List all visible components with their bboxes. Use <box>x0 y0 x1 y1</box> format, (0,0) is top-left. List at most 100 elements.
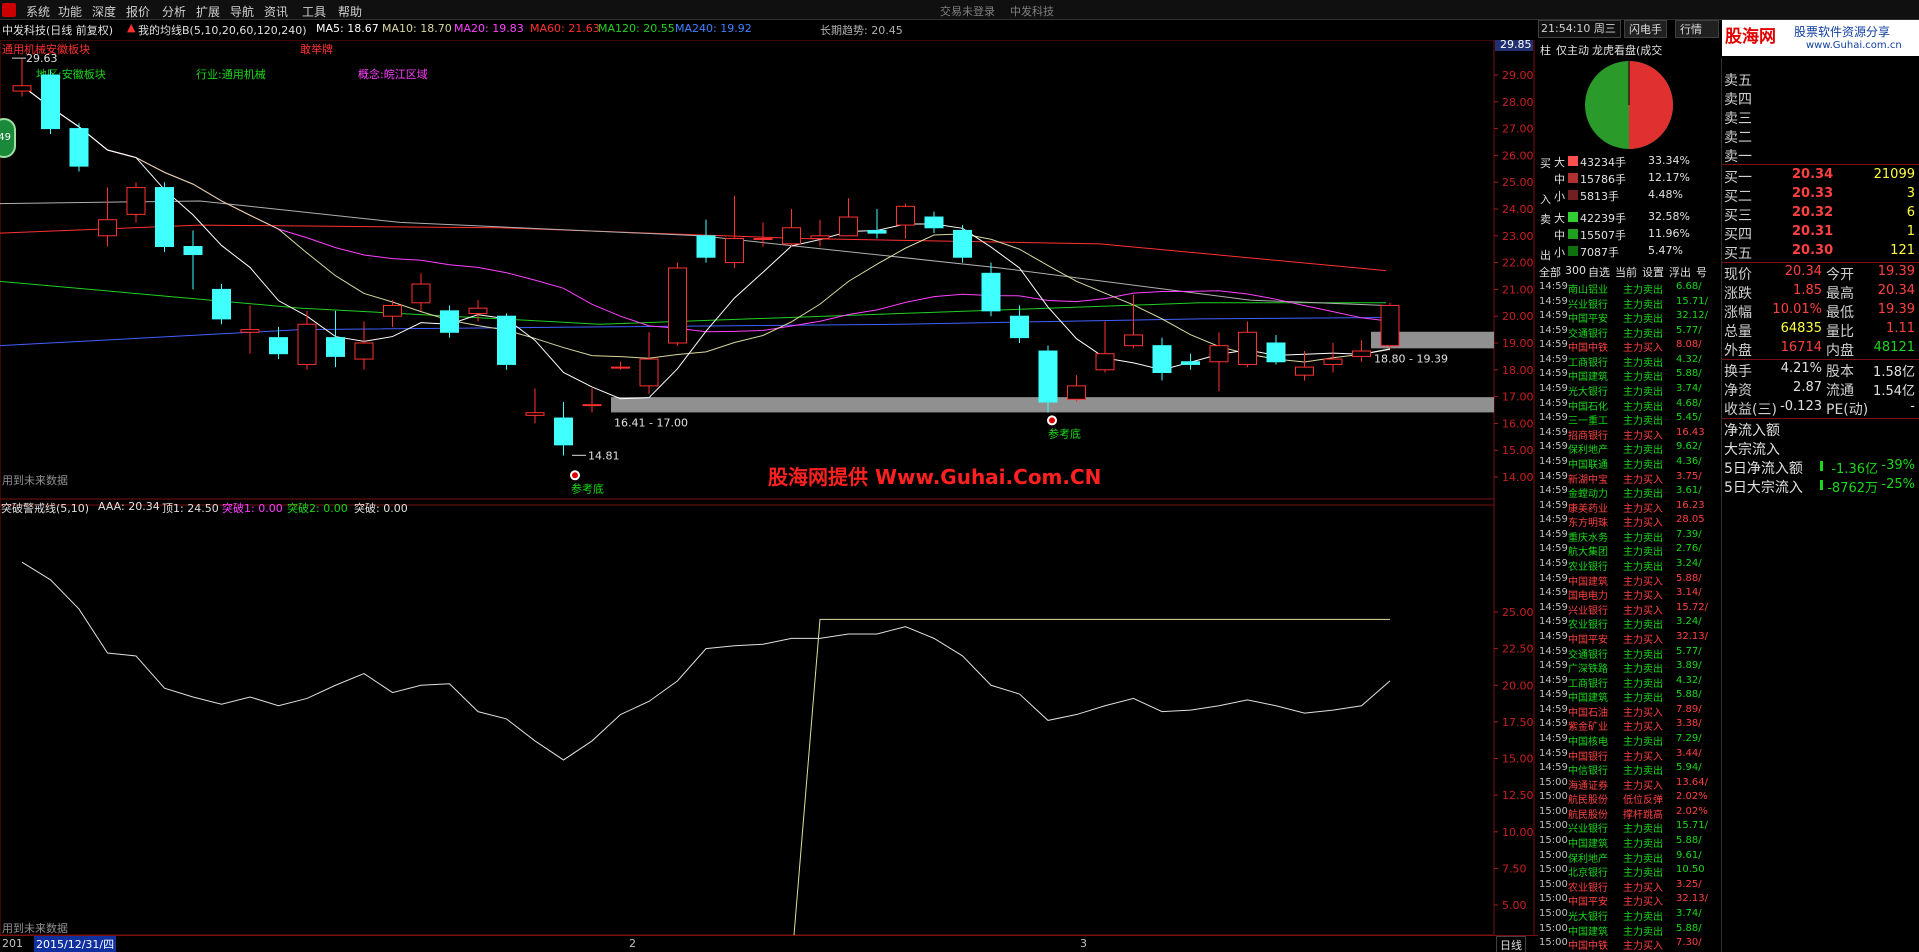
filter-all[interactable]: 全部 <box>1539 264 1561 280</box>
sub-axis-label: 7.50 <box>1502 862 1527 875</box>
menu-extend[interactable]: 扩展 <box>196 3 220 20</box>
buy-flow-row: 大 43234手 33.34% <box>1552 153 1720 169</box>
deal-stock: 光大银行 <box>1568 911 1608 921</box>
filter-float[interactable]: 浮出 <box>1669 264 1691 280</box>
deal-value: 7.39/ <box>1676 528 1702 540</box>
deal-row[interactable]: 14:59 保利地产 主力卖出 9.62/ <box>1538 441 1719 454</box>
stat2-label: 收益(三) <box>1724 402 1777 418</box>
deal-row[interactable]: 14:59 中国建筑 主力卖出 5.88/ <box>1538 689 1719 702</box>
deal-row[interactable]: 15:00 北京银行 主力卖出 10.50 <box>1538 864 1719 877</box>
deal-row[interactable]: 14:59 中国联通 主力卖出 4.36/ <box>1538 456 1719 469</box>
filter-settings[interactable]: 设置 <box>1642 264 1664 280</box>
tab-flash-trade[interactable]: 闪电手 <box>1624 20 1667 38</box>
deal-row[interactable]: 14:59 农业银行 主力卖出 3.24/ <box>1538 558 1719 571</box>
sub-indicator-title[interactable]: 突破警戒线(5,10) <box>1 500 89 516</box>
deal-row[interactable]: 14:59 中国核电 主力卖出 7.29/ <box>1538 733 1719 746</box>
deal-row[interactable]: 14:59 光大银行 主力卖出 3.74/ <box>1538 383 1719 396</box>
deal-row[interactable]: 15:00 中国建筑 主力卖出 5.88/ <box>1538 835 1719 848</box>
deal-row[interactable]: 15:00 中国平安 主力买入 32.13/ <box>1538 893 1719 906</box>
filter-more[interactable]: 号 <box>1696 264 1707 280</box>
deal-row[interactable]: 15:00 农业银行 主力买入 3.25/ <box>1538 879 1719 892</box>
deal-row[interactable]: 14:59 交通银行 主力卖出 5.77/ <box>1538 646 1719 659</box>
deal-row[interactable]: 14:59 工商银行 主力卖出 4.32/ <box>1538 354 1719 367</box>
deal-row[interactable]: 14:59 广深铁路 主力卖出 3.89/ <box>1538 660 1719 673</box>
stat2-value: -0.123 <box>1780 399 1822 414</box>
score-badge[interactable]: 49 <box>0 118 16 158</box>
deal-row[interactable]: 14:59 三一重工 主力卖出 5.45/ <box>1538 412 1719 425</box>
menu-function[interactable]: 功能 <box>58 3 82 20</box>
flow-label: 大宗流入 <box>1724 442 1780 458</box>
deal-value: 3.14/ <box>1676 587 1702 599</box>
period-button[interactable]: 日线 <box>1496 936 1526 952</box>
deal-value: 6.68/ <box>1676 281 1702 292</box>
filter-watchlist[interactable]: 自选 <box>1588 264 1610 280</box>
deal-row[interactable]: 15:00 海通证券 主力买入 13.64/ <box>1538 777 1719 790</box>
deal-row[interactable]: 14:59 招商银行 主力买入 16.43 <box>1538 427 1719 440</box>
brand-subtitle: 股票软件资源分享 <box>1794 25 1891 39</box>
sell-side-label-2: 出 <box>1540 249 1551 262</box>
deal-row[interactable]: 14:59 中国平安 主力卖出 32.12/ <box>1538 310 1719 323</box>
side-tab-active[interactable]: 仅主动 <box>1556 42 1589 58</box>
deal-action: 主力卖出 <box>1623 620 1663 630</box>
deal-row[interactable]: 14:59 兴业银行 主力卖出 15.71/ <box>1538 296 1719 309</box>
deal-row[interactable]: 14:59 紫金矿业 主力买入 3.38/ <box>1538 718 1719 731</box>
deal-row[interactable]: 14:59 中国建筑 主力买入 5.88/ <box>1538 573 1719 586</box>
stat-value: 64835 <box>1780 321 1822 336</box>
deal-row[interactable]: 14:59 南山铝业 主力卖出 6.68/ <box>1538 281 1719 294</box>
deal-row[interactable]: 14:59 航大集团 主力卖出 2.76/ <box>1538 543 1719 556</box>
deal-row[interactable]: 15:00 航民股份 低位反弹 2.02% <box>1538 791 1719 804</box>
deal-row[interactable]: 14:59 中国中铁 主力买入 8.08/ <box>1538 339 1719 352</box>
menu-tools[interactable]: 工具 <box>302 3 326 20</box>
flow-volume: 15507手 <box>1580 229 1626 242</box>
deal-action: 主力买入 <box>1623 897 1663 907</box>
side-tab-bar[interactable]: 柱 <box>1540 42 1551 58</box>
deal-stock: 农业银行 <box>1568 562 1608 572</box>
deal-row[interactable]: 14:59 国电电力 主力买入 3.14/ <box>1538 587 1719 600</box>
date-cursor: 2015/12/31/四 <box>34 936 117 952</box>
kline-chart[interactable]: 29.0028.0027.0026.0025.0024.0023.0022.00… <box>0 40 1538 952</box>
candle-up <box>839 216 858 237</box>
deal-row[interactable]: 14:59 新湖中宝 主力买入 3.75/ <box>1538 471 1719 484</box>
deal-row[interactable]: 14:59 中国石化 主力卖出 4.68/ <box>1538 398 1719 411</box>
deal-list[interactable]: 14:59 南山铝业 主力卖出 6.68/14:59 兴业银行 主力卖出 15.71/14:… <box>1538 281 1719 952</box>
ma60-line <box>0 224 1387 272</box>
indicator-name[interactable]: 我的均线B(5,10,20,60,120,240) <box>138 22 307 38</box>
side-tab-dragon[interactable]: 龙虎看盘(成交 <box>1592 42 1720 58</box>
menu-system[interactable]: 系统 <box>26 3 50 20</box>
menu-news[interactable]: 资讯 <box>264 3 288 20</box>
deal-time: 14:59 <box>1539 339 1568 351</box>
stat-label: 最高 <box>1826 286 1854 302</box>
deal-row[interactable]: 14:59 中国石油 主力买入 7.89/ <box>1538 704 1719 717</box>
deal-row[interactable]: 14:59 中国银行 主力买入 3.44/ <box>1538 748 1719 761</box>
deal-row[interactable]: 14:59 农业银行 主力卖出 3.24/ <box>1538 616 1719 629</box>
deal-row[interactable]: 14:59 工商银行 主力卖出 4.32/ <box>1538 675 1719 688</box>
filter-300[interactable]: 300 <box>1565 264 1586 277</box>
deal-row[interactable]: 14:59 康美药业 主力买入 16.23 <box>1538 500 1719 513</box>
deal-row[interactable]: 14:59 交通银行 主力卖出 5.77/ <box>1538 325 1719 338</box>
deal-time: 15:00 <box>1539 835 1568 847</box>
candle-down <box>440 310 459 333</box>
sub-axis-label: 22.50 <box>1502 643 1534 656</box>
menu-help[interactable]: 帮助 <box>338 3 362 20</box>
deal-row[interactable]: 14:59 东方明珠 主力买入 28.05 <box>1538 514 1719 527</box>
tab-quote[interactable]: 行情 <box>1675 20 1719 38</box>
filter-current[interactable]: 当前 <box>1615 264 1637 280</box>
flow-volume: 43234手 <box>1580 156 1626 169</box>
menu-quote[interactable]: 报价 <box>126 3 150 20</box>
deal-row[interactable]: 15:00 中国中铁 主力买入 7.30/ <box>1538 937 1719 950</box>
menu-depth[interactable]: 深度 <box>92 3 116 20</box>
deal-row[interactable]: 15:00 航民股份 撑杆跳高 2.02% <box>1538 806 1719 819</box>
deal-row[interactable]: 15:00 兴业银行 主力卖出 15.71/ <box>1538 820 1719 833</box>
deal-row[interactable]: 15:00 中国建筑 主力卖出 5.88/ <box>1538 923 1719 936</box>
deal-row[interactable]: 15:00 光大银行 主力卖出 3.74/ <box>1538 908 1719 921</box>
menu-analysis[interactable]: 分析 <box>162 3 186 20</box>
login-status[interactable]: 交易未登录 <box>940 3 995 19</box>
deal-row[interactable]: 14:59 中国建筑 主力卖出 5.88/ <box>1538 368 1719 381</box>
menu-navigate[interactable]: 导航 <box>230 3 254 20</box>
deal-row[interactable]: 14:59 中国平安 主力买入 32.13/ <box>1538 631 1719 644</box>
deal-row[interactable]: 14:59 金螳动力 主力卖出 3.61/ <box>1538 485 1719 498</box>
deal-row[interactable]: 15:00 保利地产 主力卖出 9.61/ <box>1538 850 1719 863</box>
deal-row[interactable]: 14:59 中信银行 主力卖出 5.94/ <box>1538 762 1719 775</box>
deal-row[interactable]: 14:59 重庆水务 主力卖出 7.39/ <box>1538 529 1719 542</box>
deal-row[interactable]: 14:59 兴业银行 主力买入 15.72/ <box>1538 602 1719 615</box>
